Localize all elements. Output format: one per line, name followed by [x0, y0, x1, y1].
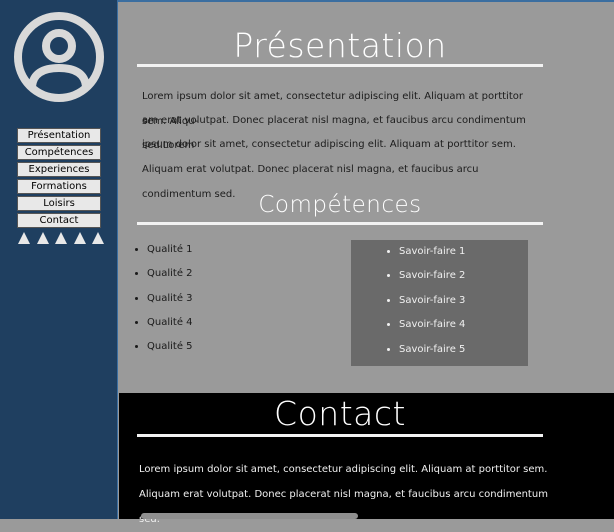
savoir-faire-panel: Savoir-faire 1 Savoir-faire 2 Savoir-fai… — [351, 240, 528, 366]
nav-item-formations[interactable]: Formations — [17, 179, 101, 194]
list-item: Qualité 3 — [147, 287, 193, 311]
presentation-line-3: ipsum dolor sit amet, consectetur adipis… — [142, 139, 516, 150]
list-item: Qualité 5 — [147, 335, 193, 359]
nav-item-competences[interactable]: Compétences — [17, 145, 101, 160]
list-item: Qualité 4 — [147, 311, 193, 335]
main-content: Présentation Lorem ipsum dolor sit amet,… — [119, 2, 614, 393]
contact-line-1: Lorem ipsum dolor sit amet, consectetur … — [139, 464, 548, 475]
contact-title: Contact — [274, 394, 406, 433]
decoration-triangles — [18, 232, 104, 246]
list-item: Savoir-faire 1 — [399, 240, 528, 264]
competences-title: Compétences — [258, 192, 422, 218]
sidebar: Présentation Compétences Experiences For… — [0, 0, 118, 519]
list-item: Savoir-faire 2 — [399, 264, 528, 288]
competences-divider — [137, 222, 543, 225]
triangle-icon — [73, 232, 86, 244]
qualites-list: Qualité 1 Qualité 2 Qualité 3 Qualité 4 … — [129, 238, 193, 359]
triangle-icon — [18, 232, 30, 244]
list-item: Qualité 1 — [147, 238, 193, 262]
triangle-icon — [36, 232, 49, 244]
nav-item-loisirs[interactable]: Loisirs — [17, 196, 101, 211]
contact-divider — [137, 434, 543, 437]
horizontal-scrollbar[interactable] — [141, 513, 358, 519]
nav-item-experiences[interactable]: Experiences — [17, 162, 101, 177]
user-circle-icon — [14, 12, 104, 102]
list-item: Savoir-faire 3 — [399, 289, 528, 313]
presentation-divider — [137, 64, 543, 67]
savoir-faire-list: Savoir-faire 1 Savoir-faire 2 Savoir-fai… — [351, 240, 528, 362]
presentation-title: Présentation — [233, 26, 447, 65]
triangle-icon — [55, 232, 67, 244]
main-nav: Présentation Compétences Experiences For… — [17, 128, 101, 230]
triangle-icon — [92, 232, 104, 244]
list-item: Savoir-faire 5 — [399, 338, 528, 362]
contact-line-2: Aliquam erat volutpat. Donec placerat ni… — [139, 489, 548, 525]
nav-item-presentation[interactable]: Présentation — [17, 128, 101, 143]
list-item: Savoir-faire 4 — [399, 313, 528, 337]
nav-item-contact[interactable]: Contact — [17, 213, 101, 228]
contact-section: Contact Lorem ipsum dolor sit amet, cons… — [119, 393, 614, 525]
list-item: Qualité 2 — [147, 262, 193, 286]
